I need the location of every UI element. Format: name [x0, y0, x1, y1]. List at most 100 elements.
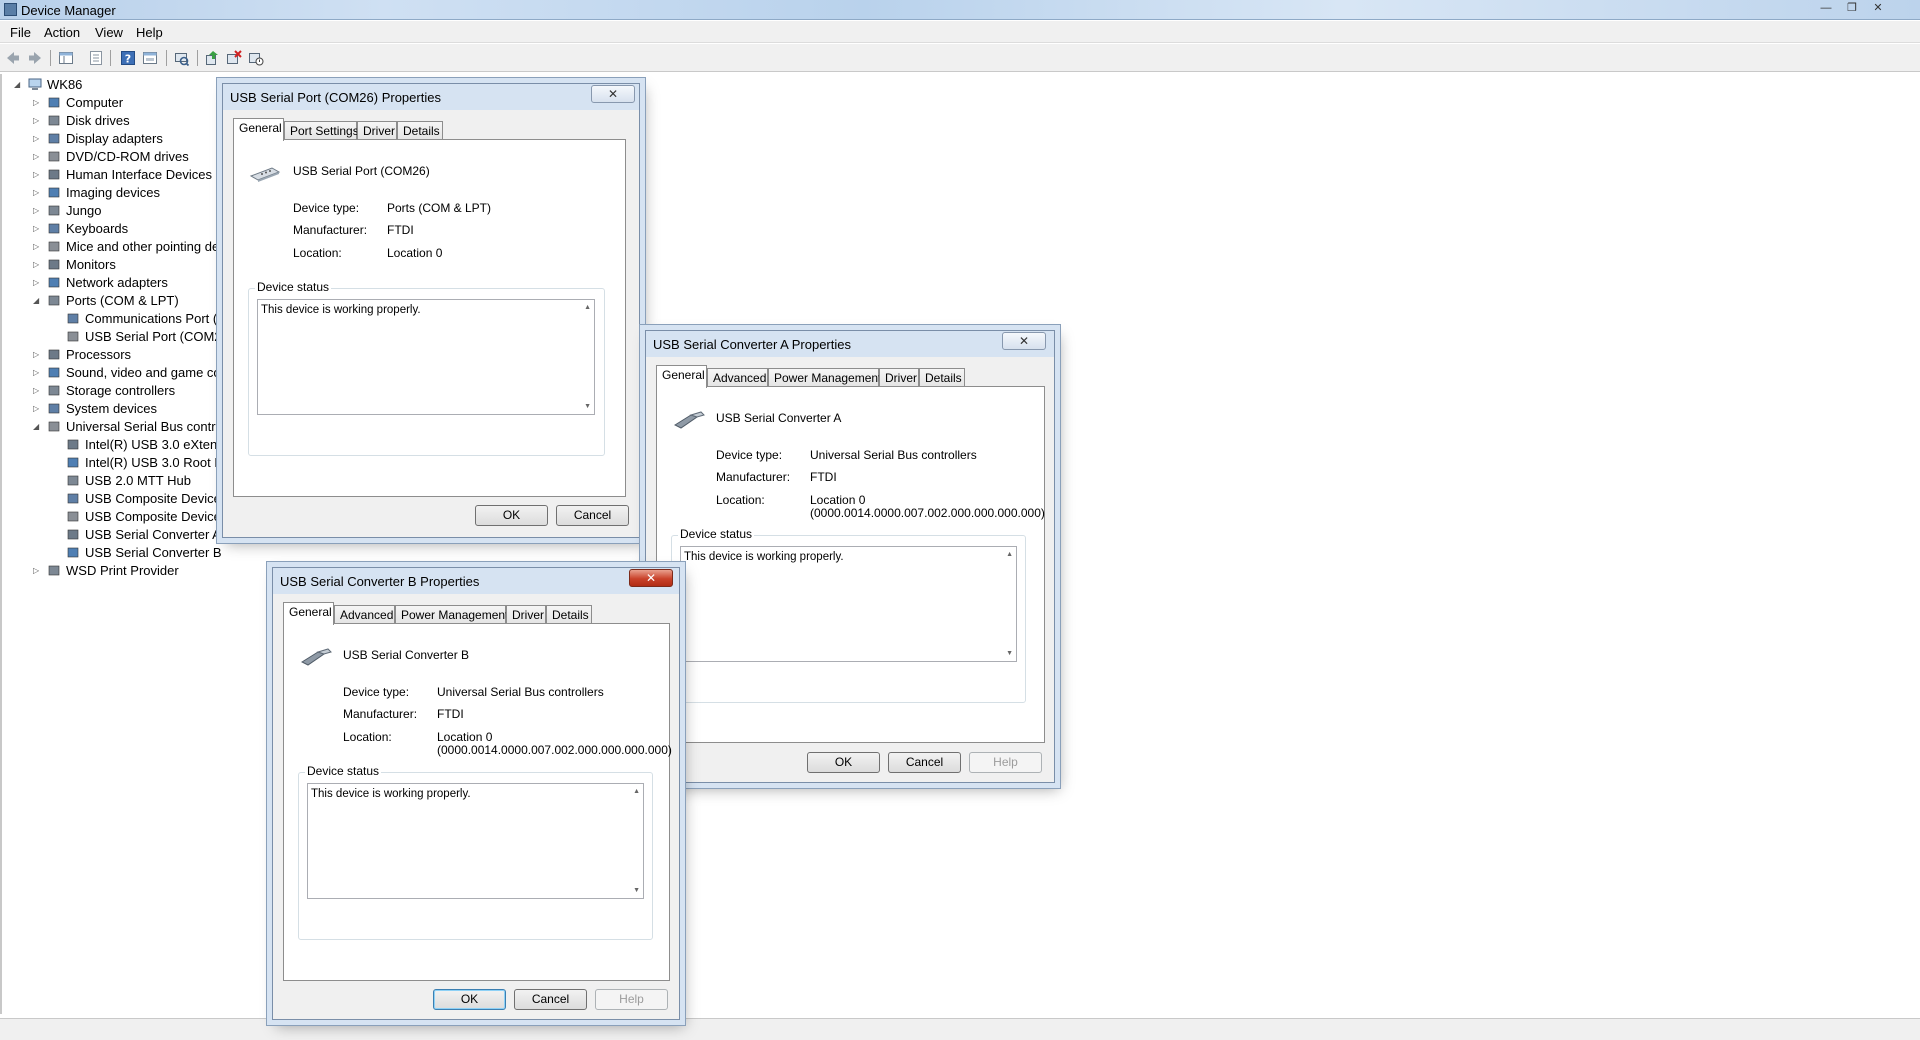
- expand-icon[interactable]: ▷: [33, 238, 43, 256]
- ok-button[interactable]: OK: [475, 505, 548, 526]
- menu-view[interactable]: View: [95, 25, 123, 40]
- collapse-icon[interactable]: ◢: [14, 76, 24, 94]
- tree-item[interactable]: USB Serial Port (COM26): [66, 328, 233, 346]
- tree-item[interactable]: ▷ Imaging devices: [33, 184, 160, 202]
- tab-general[interactable]: General: [233, 118, 284, 141]
- tab-details[interactable]: Details: [546, 605, 592, 624]
- tab-general[interactable]: General: [656, 365, 707, 388]
- tab-advanced[interactable]: Advanced: [334, 605, 395, 624]
- cancel-button[interactable]: Cancel: [888, 752, 961, 773]
- maximize-button[interactable]: ❐: [1840, 1, 1864, 17]
- tree-item[interactable]: USB 2.0 MTT Hub: [66, 472, 191, 490]
- tab-details[interactable]: Details: [919, 368, 965, 387]
- expand-icon[interactable]: ▷: [33, 94, 43, 112]
- tree-item[interactable]: ▷ Computer: [33, 94, 123, 112]
- collapse-icon[interactable]: ◢: [33, 418, 43, 436]
- scroll-up-icon[interactable]: ▲: [584, 304, 591, 311]
- tree-item[interactable]: ▷ System devices: [33, 400, 157, 418]
- tree-item[interactable]: ▷ Display adapters: [33, 130, 163, 148]
- tree-item[interactable]: ▷ Sound, video and game contr: [33, 364, 236, 382]
- tree-item[interactable]: ▷ Mice and other pointing devic: [33, 238, 235, 256]
- expand-icon[interactable]: ▷: [33, 112, 43, 130]
- tree-item[interactable]: ▷ Storage controllers: [33, 382, 175, 400]
- tab-advanced[interactable]: Advanced: [707, 368, 768, 387]
- menu-file[interactable]: File: [10, 25, 31, 40]
- tree-item[interactable]: ▷ Monitors: [33, 256, 116, 274]
- tree-root-computer[interactable]: ◢ WK86: [14, 76, 82, 94]
- expand-icon[interactable]: ▷: [33, 400, 43, 418]
- status-scrollbar[interactable]: [580, 300, 594, 414]
- expand-icon[interactable]: ▷: [33, 166, 43, 184]
- dialog-close-button[interactable]: ✕: [1002, 332, 1046, 350]
- tree-item[interactable]: ▷ Human Interface Devices: [33, 166, 212, 184]
- disable-icon[interactable]: [248, 50, 264, 66]
- scroll-down-icon[interactable]: ▼: [584, 403, 591, 410]
- expand-icon[interactable]: ▷: [33, 364, 43, 382]
- tree-item[interactable]: ◢ Universal Serial Bus controller: [33, 418, 240, 436]
- dialog-close-button[interactable]: ✕: [591, 85, 635, 103]
- show-hidden-icon[interactable]: [142, 50, 158, 66]
- status-scrollbar[interactable]: [629, 784, 643, 898]
- expand-icon[interactable]: ▷: [33, 274, 43, 292]
- tree-item[interactable]: USB Composite Device: [66, 490, 221, 508]
- expand-icon[interactable]: ▷: [33, 220, 43, 238]
- forward-icon[interactable]: [27, 50, 43, 66]
- back-icon[interactable]: [5, 50, 21, 66]
- collapse-icon[interactable]: ◢: [33, 292, 43, 310]
- scroll-down-icon[interactable]: ▼: [633, 887, 640, 894]
- tab-driver[interactable]: Driver: [506, 605, 546, 624]
- expand-icon[interactable]: ▷: [33, 148, 43, 166]
- scroll-down-icon[interactable]: ▼: [1006, 650, 1013, 657]
- tree-item[interactable]: ▷ DVD/CD-ROM drives: [33, 148, 189, 166]
- tab-port-settings[interactable]: Port Settings: [284, 121, 359, 140]
- scan-hardware-icon[interactable]: [173, 50, 189, 66]
- tree-item[interactable]: USB Composite Device: [66, 508, 221, 526]
- tab-details[interactable]: Details: [397, 121, 443, 140]
- tab-power-management[interactable]: Power Management: [768, 368, 881, 387]
- device-status-textbox[interactable]: This device is working properly. ▲ ▼: [257, 299, 595, 415]
- expand-icon[interactable]: ▷: [33, 382, 43, 400]
- tab-driver[interactable]: Driver: [357, 121, 397, 140]
- tab-driver[interactable]: Driver: [879, 368, 919, 387]
- tab-power-management[interactable]: Power Management: [395, 605, 508, 624]
- device-status-textbox[interactable]: This device is working properly. ▲ ▼: [307, 783, 644, 899]
- tree-item[interactable]: ▷ Processors: [33, 346, 131, 364]
- expand-icon[interactable]: ▷: [33, 130, 43, 148]
- help-button[interactable]: Help: [969, 752, 1042, 773]
- scroll-up-icon[interactable]: ▲: [1006, 551, 1013, 558]
- tree-item[interactable]: ▷ Jungo: [33, 202, 101, 220]
- expand-icon[interactable]: ▷: [33, 346, 43, 364]
- dialog-close-button[interactable]: ✕: [629, 569, 673, 587]
- tree-item[interactable]: Intel(R) USB 3.0 Root Hub: [66, 454, 238, 472]
- update-driver-icon[interactable]: [204, 50, 220, 66]
- tab-general[interactable]: General: [283, 602, 334, 625]
- close-button[interactable]: ✕: [1866, 1, 1890, 17]
- tree-item[interactable]: ▷ WSD Print Provider: [33, 562, 179, 580]
- menu-action[interactable]: Action: [44, 25, 80, 40]
- ok-button[interactable]: OK: [433, 989, 506, 1010]
- tree-item[interactable]: Communications Port (CO: [66, 310, 237, 328]
- scroll-up-icon[interactable]: ▲: [633, 788, 640, 795]
- tree-item[interactable]: USB Serial Converter B: [66, 544, 222, 562]
- help-icon[interactable]: ?: [120, 50, 136, 66]
- tree-item[interactable]: ▷ Disk drives: [33, 112, 130, 130]
- tree-item[interactable]: Intel(R) USB 3.0 eXtensible: [66, 436, 244, 454]
- tree-item[interactable]: USB Serial Converter A: [66, 526, 221, 544]
- cancel-button[interactable]: Cancel: [556, 505, 629, 526]
- uninstall-icon[interactable]: [226, 50, 242, 66]
- properties-icon[interactable]: [88, 50, 104, 66]
- ok-button[interactable]: OK: [807, 752, 880, 773]
- menu-help[interactable]: Help: [136, 25, 163, 40]
- tree-view-icon[interactable]: [58, 50, 74, 66]
- cancel-button[interactable]: Cancel: [514, 989, 587, 1010]
- help-button[interactable]: Help: [595, 989, 668, 1010]
- tree-item[interactable]: ◢ Ports (COM & LPT): [33, 292, 179, 310]
- expand-icon[interactable]: ▷: [33, 202, 43, 220]
- device-status-textbox[interactable]: This device is working properly. ▲ ▼: [680, 546, 1017, 662]
- tree-item[interactable]: ▷ Network adapters: [33, 274, 168, 292]
- expand-icon[interactable]: ▷: [33, 184, 43, 202]
- expand-icon[interactable]: ▷: [33, 256, 43, 274]
- tree-item[interactable]: ▷ Keyboards: [33, 220, 128, 238]
- expand-icon[interactable]: ▷: [33, 562, 43, 580]
- status-scrollbar[interactable]: [1002, 547, 1016, 661]
